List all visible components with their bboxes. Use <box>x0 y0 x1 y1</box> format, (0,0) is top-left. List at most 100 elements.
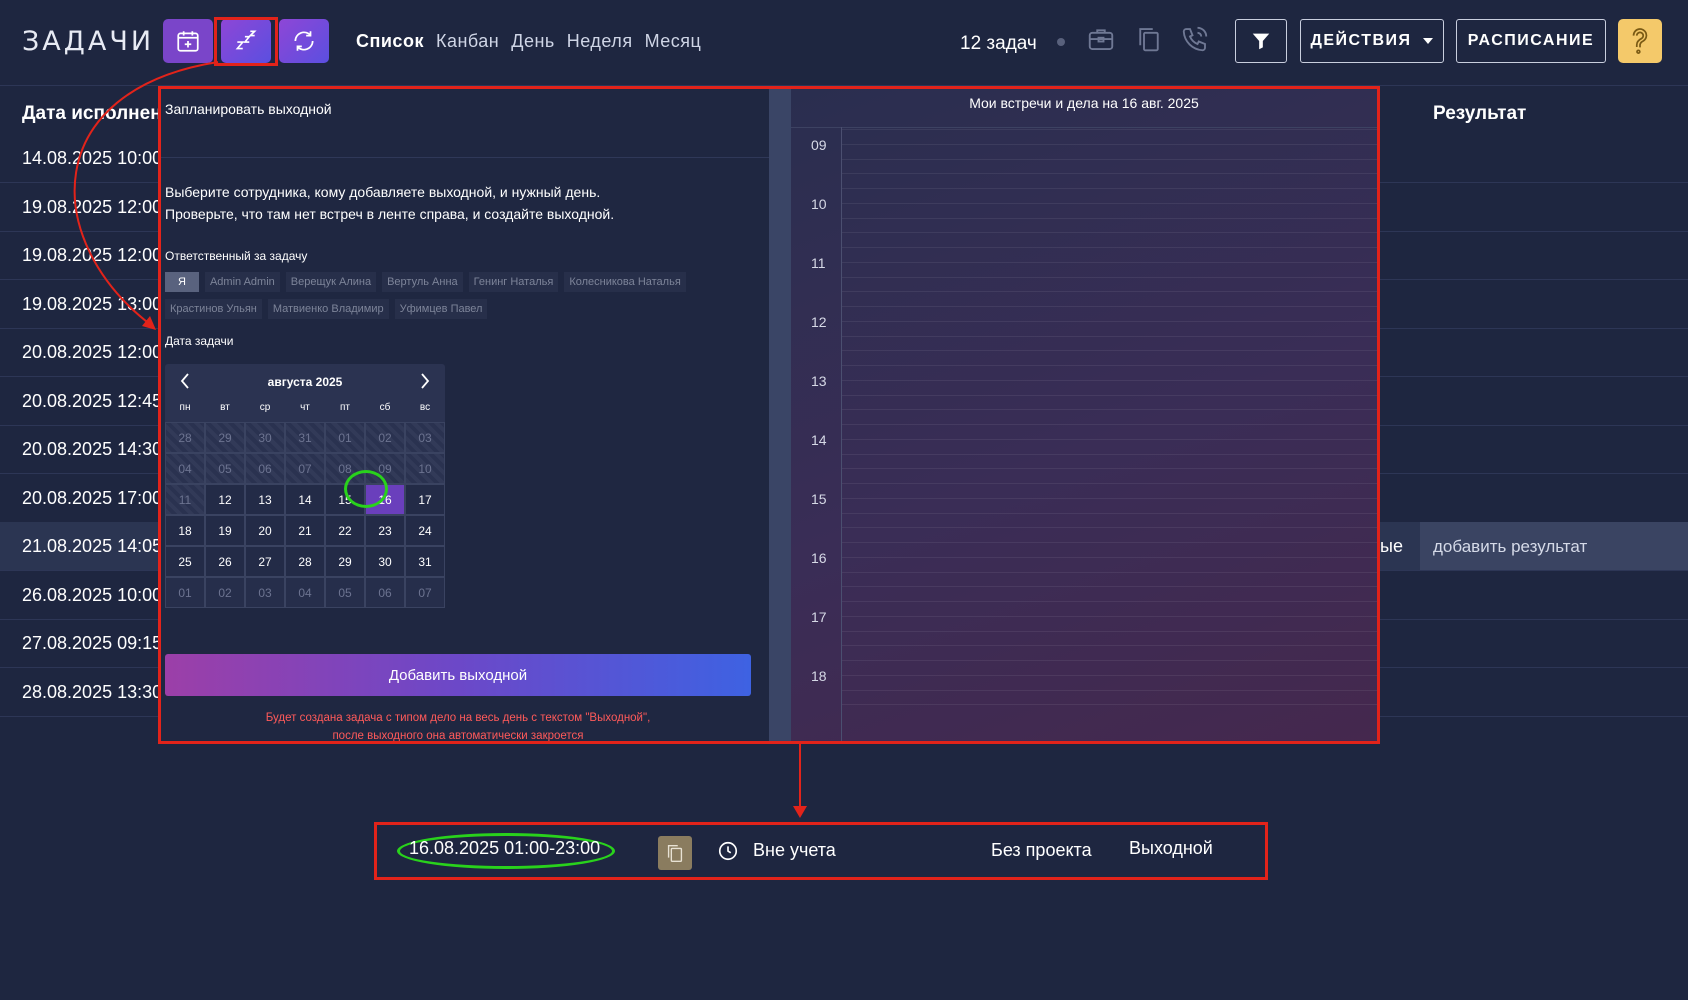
time-slot-line <box>842 379 1377 381</box>
time-slot-line <box>842 615 1377 617</box>
view-day[interactable]: День <box>511 31 555 52</box>
hour-label: 10 <box>811 196 827 212</box>
weekday-label: пн <box>179 402 191 413</box>
help-button[interactable] <box>1618 19 1662 63</box>
calendar-day[interactable]: 05 <box>325 577 365 608</box>
calendar-day[interactable]: 30 <box>365 546 405 577</box>
description-line: Выберите сотрудника, кому добавляете вых… <box>165 184 601 200</box>
calendar-day[interactable]: 26 <box>205 546 245 577</box>
column-header-result[interactable]: Результат <box>1433 103 1526 125</box>
time-slot-line <box>842 645 1377 647</box>
calendar-day[interactable]: 12 <box>205 484 245 515</box>
calendar-day[interactable]: 20 <box>245 515 285 546</box>
task-count: 12 задач <box>960 33 1037 54</box>
divider <box>791 127 1377 128</box>
add-day-off-button[interactable]: Добавить выходной <box>165 654 751 696</box>
time-slot-line <box>842 689 1377 691</box>
assignee-chip[interactable]: Admin Admin <box>204 272 280 292</box>
assignee-chip[interactable]: Уфимцев Павел <box>394 299 488 319</box>
hour-label: 15 <box>811 491 827 507</box>
calendar-day: 07 <box>285 453 325 484</box>
time-slot-line <box>842 247 1377 248</box>
assignee-chip[interactable]: Вертуль Анна <box>382 272 463 292</box>
time-slot-line <box>842 704 1377 706</box>
calendar-day: 02 <box>365 422 405 453</box>
day-schedule: Мои встречи и дела на 16 авг. 2025 09 10 1… <box>791 89 1377 741</box>
calendar-day[interactable]: 03 <box>245 577 285 608</box>
calendar-day[interactable]: 06 <box>365 577 405 608</box>
weekday-label: чт <box>300 402 310 413</box>
assignee-chip[interactable]: Колесникова Наталья <box>564 272 686 292</box>
time-slot-line <box>842 409 1377 411</box>
time-slot-line <box>842 217 1377 219</box>
calendar-day[interactable]: 21 <box>285 515 325 546</box>
calendar-day[interactable]: 13 <box>245 484 285 515</box>
calendar-day[interactable]: 25 <box>165 546 205 577</box>
clock-icon <box>718 841 738 861</box>
calendar-day[interactable]: 17 <box>405 484 445 515</box>
task-status: Вне учета <box>753 840 836 860</box>
calendar-day: 06 <box>245 453 285 484</box>
assignee-chip[interactable]: Матвиенко Владимир <box>267 299 389 319</box>
schedule-label: РАСПИСАНИЕ <box>1467 32 1595 49</box>
view-kanban[interactable]: Канбан <box>436 31 499 52</box>
view-week[interactable]: Неделя <box>567 31 633 52</box>
calendar-weekdays: пн вт ср чт пт сб вс <box>165 402 445 413</box>
task-date: 21.08.2025 14:05 <box>22 536 163 556</box>
briefcase-icon[interactable] <box>1086 24 1116 54</box>
calendar-day[interactable]: 22 <box>325 515 365 546</box>
calendar-day[interactable]: 07 <box>405 577 445 608</box>
time-slot-line <box>842 350 1377 352</box>
actions-dropdown[interactable]: ДЕЙСТВИЯ <box>1300 19 1444 63</box>
assignee-label: Ответственный за задачу <box>165 249 308 263</box>
calendar-day[interactable]: 01 <box>165 577 205 608</box>
sync-button[interactable] <box>279 19 329 63</box>
time-slot-line <box>842 188 1377 189</box>
task-date: 27.08.2025 09:15 <box>22 633 163 653</box>
calendar-day[interactable]: 23 <box>365 515 405 546</box>
calendar-day[interactable]: 14 <box>285 484 325 515</box>
task-date: 19.08.2025 12:00 <box>22 245 163 265</box>
view-month[interactable]: Месяц <box>645 31 702 52</box>
calendar-day[interactable]: 24 <box>405 515 445 546</box>
assignee-chip[interactable]: Верещук Алина <box>285 272 377 292</box>
filter-button[interactable] <box>1235 19 1287 63</box>
calendar-day[interactable]: 31 <box>405 546 445 577</box>
calendar-day[interactable]: 29 <box>325 546 365 577</box>
phone-icon[interactable] <box>1180 24 1210 54</box>
calendar-day[interactable]: 18 <box>165 515 205 546</box>
calendar-day[interactable]: 02 <box>205 577 245 608</box>
task-type-tail: ые <box>1380 536 1403 556</box>
top-bar: ЗАДАЧИ Список Канбан День Неделя Месяц 1… <box>0 0 1688 86</box>
time-slot-line <box>842 468 1377 470</box>
add-task-button[interactable] <box>163 19 213 63</box>
time-slot-line <box>842 601 1377 602</box>
created-task-row: 16.08.2025 01:00-23:00 Вне учета Без про… <box>374 822 1268 880</box>
hour-label: 12 <box>811 314 827 330</box>
time-slot-line <box>842 261 1377 263</box>
calendar-day[interactable]: 19 <box>205 515 245 546</box>
assignee-chip[interactable]: Крастинов Ульян <box>165 299 262 319</box>
assignee-chip[interactable]: Генинг Наталья <box>468 272 559 292</box>
add-result-placeholder[interactable]: добавить результат <box>1433 537 1587 557</box>
day-off-form: Запланировать выходной Выберите сотрудни… <box>161 89 769 741</box>
modal-scrollbar[interactable] <box>769 89 791 741</box>
schedule-button[interactable]: РАСПИСАНИЕ <box>1456 19 1606 63</box>
task-text: Выходной <box>1129 838 1213 858</box>
calendar-day[interactable]: 28 <box>285 546 325 577</box>
column-header-date[interactable]: Дата исполнен <box>22 103 162 125</box>
time-slot-line <box>842 630 1377 632</box>
assignee-chip[interactable]: Я <box>165 272 199 292</box>
copy-icon[interactable] <box>1134 24 1164 54</box>
weekday-label: пт <box>340 402 350 413</box>
view-list[interactable]: Список <box>356 31 424 52</box>
calendar-day: 31 <box>285 422 325 453</box>
day-off-highlight <box>214 17 278 66</box>
time-slot-line <box>842 306 1377 307</box>
warning-line: Будет создана задача с типом дело на вес… <box>265 712 651 724</box>
calendar-day[interactable]: 04 <box>285 577 325 608</box>
chevron-right-icon[interactable] <box>415 371 435 391</box>
time-slot-line <box>842 527 1377 529</box>
copy-task-button[interactable] <box>658 836 692 870</box>
calendar-day[interactable]: 27 <box>245 546 285 577</box>
